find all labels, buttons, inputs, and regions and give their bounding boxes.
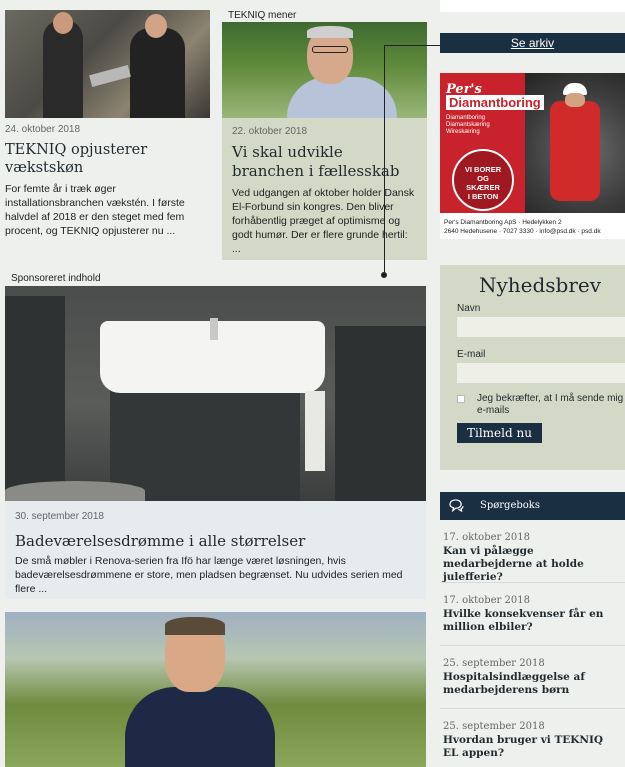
subscribe-button[interactable]: Tilmeld nu [457, 423, 542, 443]
qa-header: Spørgeboks [440, 492, 625, 520]
qa-item[interactable]: 25. september 2018 Hvordan bruger vi TEK… [440, 709, 625, 767]
ad-services: Diamantboring Diamantskæring Wireskæring [446, 115, 490, 135]
qa-title[interactable]: Kan vi pålægge medarbejderne at holde ju… [443, 545, 622, 584]
article-card-growth[interactable]: 24. oktober 2018 TEKNIQ opjusterer vækst… [5, 10, 210, 238]
qa-item[interactable]: 25. september 2018 Hospitalsindlæggelse … [440, 646, 625, 709]
article-date: 22. oktober 2018 [232, 126, 308, 137]
sidebar-top-strip [440, 0, 625, 12]
qa-date: 17. oktober 2018 [443, 595, 530, 606]
ad-brand-name: Diamantboring [446, 95, 544, 110]
article-date: 24. oktober 2018 [5, 124, 81, 135]
ad-seal: VI BORER OG SKÆRER I BETON [452, 149, 514, 211]
qa-title[interactable]: Hvordan bruger vi TEKNIQ EL appen? [443, 734, 622, 760]
article-photo-bathroom[interactable] [5, 286, 426, 501]
qa-list: 17. oktober 2018 Kan vi pålægge medarbej… [440, 520, 625, 767]
name-input[interactable] [457, 317, 625, 337]
article-date: 30. september 2018 [15, 511, 104, 522]
article-excerpt: De små møbler i Renova-serien fra Ifö ha… [15, 555, 403, 595]
article-photo-portrait[interactable] [222, 22, 427, 118]
article-card-sponsored[interactable]: Sponsoreret indhold 30. september 2018 B… [5, 272, 426, 599]
article-excerpt: For femte år i træk øger installationsbr… [5, 183, 185, 237]
chat-bubbles-icon [449, 499, 464, 512]
article-card-opinion[interactable]: TEKNIQ mener 22. oktober 2018 Vi skal ud… [222, 10, 427, 260]
consent-row[interactable]: Jeg bekræfter, at I må sende mig e-mails [457, 393, 625, 417]
article-photo-workers[interactable] [5, 10, 210, 118]
consent-label: Jeg bekræfter, at I må sende mig e-mails [477, 393, 624, 416]
article-photo-field[interactable] [5, 612, 426, 767]
article-title[interactable]: Vi skal udvikle branchen i fællesskab [232, 143, 417, 181]
qa-date: 25. september 2018 [443, 721, 545, 732]
archive-link[interactable]: Se arkiv [440, 33, 625, 53]
sponsored-label: Sponsoreret indhold [5, 272, 426, 286]
qa-date: 17. oktober 2018 [443, 532, 530, 543]
article-title[interactable]: TEKNIQ opjusterer vækstskøn [5, 141, 210, 177]
article-excerpt: Ved udgangen af oktober holder Dansk El-… [232, 187, 415, 255]
qa-title[interactable]: Hvilke konsekvenser får en million elbil… [443, 608, 622, 634]
name-label: Navn [457, 303, 481, 314]
connector-line [384, 45, 385, 275]
article-title[interactable]: Badeværelsesdrømme i alle størrelser [15, 532, 416, 550]
connector-line [384, 45, 440, 46]
newsletter-heading: Nyhedsbrev [478, 273, 602, 297]
section-kicker: TEKNIQ mener [222, 10, 427, 22]
advertisement-banner[interactable]: Per's Diamantboring Diamantboring Diaman… [440, 73, 625, 239]
qa-heading: Spørgeboks [480, 500, 540, 511]
email-input[interactable] [457, 363, 625, 383]
page: 24. oktober 2018 TEKNIQ opjusterer vækst… [0, 0, 625, 767]
qa-item[interactable]: 17. oktober 2018 Kan vi pålægge medarbej… [440, 520, 625, 583]
qa-date: 25. september 2018 [443, 658, 545, 669]
consent-checkbox[interactable] [457, 395, 465, 403]
qa-title[interactable]: Hospitalsindlæggelse af medarbejderens b… [443, 671, 622, 697]
email-label: E-mail [457, 349, 486, 360]
worker-figure [545, 83, 605, 203]
ad-footer: Per's Diamantboring ApS · Hedelykken 2 2… [444, 219, 601, 235]
connector-dot [381, 272, 387, 278]
newsletter-box: Nyhedsbrev Navn E-mail Jeg bekræfter, at… [440, 265, 625, 470]
qa-item[interactable]: 17. oktober 2018 Hvilke konsekvenser får… [440, 583, 625, 646]
